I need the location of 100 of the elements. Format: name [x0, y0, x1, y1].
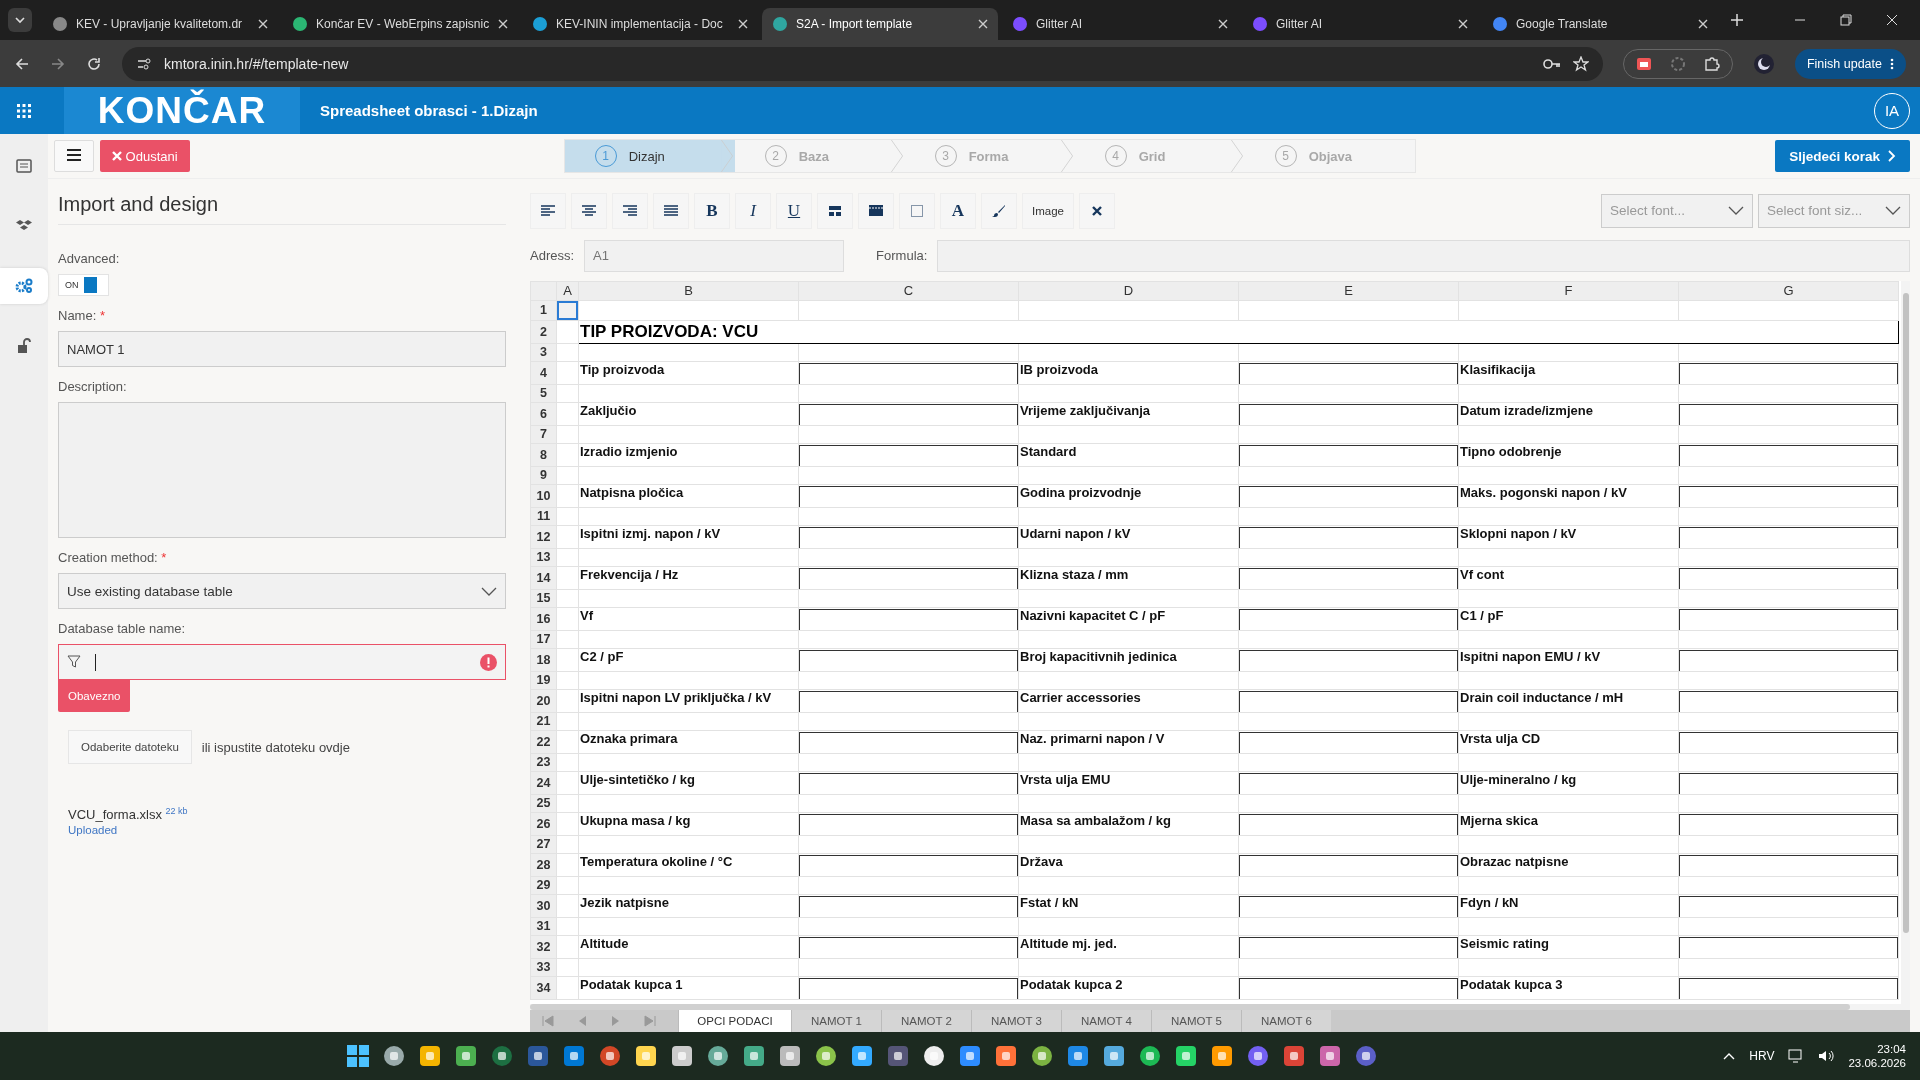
app-icon[interactable]	[1354, 1045, 1377, 1067]
cell-input[interactable]	[1679, 649, 1898, 672]
table-cell[interactable]	[556, 671, 579, 690]
table-cell[interactable]	[556, 484, 579, 508]
row-header[interactable]: 16	[530, 607, 557, 631]
app-icon[interactable]	[670, 1045, 693, 1067]
scrollbar[interactable]	[530, 1004, 1910, 1010]
close-icon[interactable]	[978, 19, 988, 29]
clock-date[interactable]: 23.06.2026	[1848, 1057, 1906, 1069]
table-cell[interactable]	[556, 894, 579, 918]
browser-tab[interactable]: Glitter AI	[1002, 8, 1238, 40]
close-icon[interactable]	[1698, 19, 1708, 29]
cell-input[interactable]	[1239, 567, 1458, 590]
table-cell[interactable]	[556, 976, 579, 1000]
app-icon[interactable]	[994, 1045, 1017, 1067]
app-icon[interactable]	[850, 1045, 873, 1067]
app-icon[interactable]	[1282, 1045, 1305, 1067]
table-cell[interactable]	[556, 425, 579, 444]
cell-input[interactable]	[799, 608, 1018, 631]
app-icon[interactable]	[598, 1045, 621, 1067]
table-cell[interactable]	[556, 917, 579, 936]
table-cell[interactable]	[556, 958, 579, 977]
table-cell[interactable]	[556, 402, 579, 426]
finish-update-button[interactable]: Finish update	[1794, 48, 1906, 79]
row-header[interactable]: 14	[530, 566, 557, 590]
profile-avatar[interactable]	[1752, 52, 1775, 75]
reload-icon[interactable]	[86, 55, 102, 72]
row-header[interactable]: 8	[530, 443, 557, 467]
app-icon[interactable]	[922, 1045, 945, 1067]
cell-input[interactable]	[799, 813, 1018, 836]
browser-tab[interactable]: Google Translate	[1482, 8, 1718, 40]
table-cell[interactable]	[556, 835, 579, 854]
app-icon[interactable]	[454, 1045, 477, 1067]
cell-input[interactable]	[1679, 895, 1898, 918]
formula-field[interactable]	[937, 239, 1910, 272]
format-button[interactable]: U	[776, 192, 812, 229]
format-button[interactable]: A	[940, 192, 976, 229]
browser-tab[interactable]: Končar EV - WebErpins zapisnic	[282, 8, 518, 40]
row-header[interactable]: 28	[530, 853, 557, 877]
extension-icon[interactable]	[1635, 55, 1652, 72]
table-cell[interactable]	[556, 876, 579, 895]
app-icon[interactable]	[490, 1045, 513, 1067]
row-header[interactable]: 2	[530, 320, 557, 344]
column-header[interactable]: D	[1018, 281, 1239, 301]
cell-input[interactable]	[1679, 362, 1898, 385]
row-header[interactable]: 32	[530, 935, 557, 959]
table-cell[interactable]	[556, 443, 579, 467]
chevron-up-icon[interactable]	[1723, 1052, 1736, 1060]
table-cell[interactable]	[556, 507, 579, 526]
film-button[interactable]	[858, 192, 894, 229]
row-header[interactable]: 26	[530, 812, 557, 836]
cell-input[interactable]	[1679, 690, 1898, 713]
key-icon[interactable]	[1542, 56, 1561, 71]
cell-input[interactable]	[799, 485, 1018, 508]
close-button[interactable]	[1079, 192, 1115, 229]
cell-input[interactable]	[1679, 936, 1898, 959]
border-button[interactable]	[899, 192, 935, 229]
image-button[interactable]: Image	[1022, 192, 1074, 229]
table-cell[interactable]	[556, 466, 579, 485]
cell-input[interactable]	[799, 690, 1018, 713]
table-cell[interactable]	[556, 935, 579, 959]
speaker-icon[interactable]	[1818, 1049, 1835, 1063]
column-header[interactable]: C	[798, 281, 1019, 301]
more-icon[interactable]	[1890, 57, 1894, 70]
row-header[interactable]: 6	[530, 402, 557, 426]
new-tab-icon[interactable]	[1730, 13, 1744, 27]
align-center-button[interactable]	[571, 192, 607, 229]
format-button[interactable]: I	[735, 192, 771, 229]
row-header[interactable]: 24	[530, 771, 557, 795]
table-cell[interactable]	[556, 771, 579, 795]
table-cell[interactable]	[556, 566, 579, 590]
app-icon[interactable]	[1030, 1045, 1053, 1067]
cell-input[interactable]	[799, 854, 1018, 877]
app-icon[interactable]	[1102, 1045, 1125, 1067]
browser-tab[interactable]: S2A - Import template	[762, 8, 998, 40]
cell-input[interactable]	[1679, 526, 1898, 549]
row-header[interactable]: 18	[530, 648, 557, 672]
table-cell[interactable]	[556, 361, 579, 385]
cell-input[interactable]	[1239, 608, 1458, 631]
menu-button[interactable]	[54, 140, 94, 172]
table-cell[interactable]	[556, 589, 579, 608]
cell-input[interactable]	[1239, 936, 1458, 959]
next-step-button[interactable]: Sljedeći korak	[1775, 140, 1910, 172]
row-header[interactable]: 12	[530, 525, 557, 549]
app-icon[interactable]	[1246, 1045, 1269, 1067]
table-cell[interactable]	[556, 320, 579, 344]
cell-input[interactable]	[799, 977, 1018, 1000]
app-icon[interactable]	[1138, 1045, 1161, 1067]
cell-input[interactable]	[1239, 526, 1458, 549]
app-icon[interactable]	[778, 1045, 801, 1067]
row-header[interactable]: 30	[530, 894, 557, 918]
app-icon[interactable]	[742, 1045, 765, 1067]
row-header[interactable]: 10	[530, 484, 557, 508]
cell-input[interactable]	[1679, 444, 1898, 467]
app-icon[interactable]	[814, 1045, 837, 1067]
row-header[interactable]: 22	[530, 730, 557, 754]
align-right-button[interactable]	[612, 192, 648, 229]
forward-icon[interactable]	[50, 55, 66, 72]
cell-input[interactable]	[799, 567, 1018, 590]
cell-input[interactable]	[1679, 567, 1898, 590]
